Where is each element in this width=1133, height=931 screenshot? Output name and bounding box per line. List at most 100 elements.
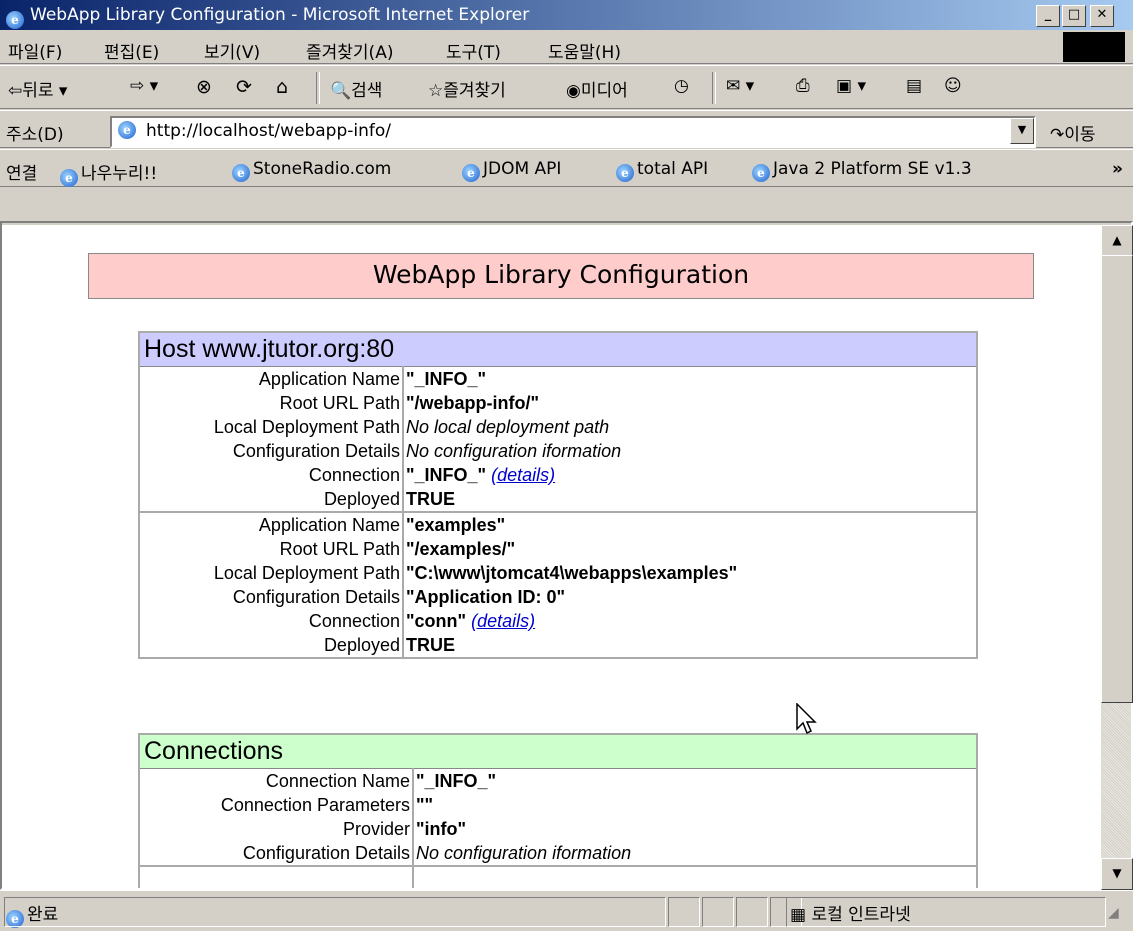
scroll-down-icon[interactable]: ▼ (1101, 858, 1133, 890)
refresh-icon[interactable]: ⟳ (236, 76, 252, 98)
close-button[interactable]: ✕ (1090, 5, 1114, 27)
link-item[interactable]: e StoneRadio.com (232, 159, 391, 182)
ie-icon: e (60, 169, 78, 187)
details-link[interactable]: (details) (491, 465, 555, 485)
link-item[interactable]: e Java 2 Platform SE v1.3 (752, 159, 972, 182)
table-row: Application Name Root URL Path Local Dep… (139, 366, 977, 513)
maximize-button[interactable]: □ (1062, 5, 1086, 27)
zone-label: ▦ 로컬 인트라넷 (790, 905, 911, 925)
label-application-name: Application Name (258, 515, 400, 535)
chevron-right-icon[interactable]: » (1112, 159, 1123, 179)
scroll-up-icon[interactable]: ▲ (1101, 225, 1133, 257)
page-icon: e (118, 121, 136, 139)
table-row (139, 866, 977, 888)
deployed-value: TRUE (406, 489, 455, 509)
connection-value: "conn" (406, 611, 467, 631)
windows-logo-icon (1063, 32, 1125, 62)
label-connection: Connection (308, 465, 400, 485)
app-name-value: "_INFO_" (406, 369, 487, 389)
media-button[interactable]: ◉미디어 (566, 76, 628, 101)
menu-edit[interactable]: 편집(E) (104, 38, 159, 63)
back-button[interactable]: ⇦뒤로 ▾ (8, 76, 67, 101)
connection-params-value: "" (416, 795, 434, 815)
history-icon[interactable]: ◷ (674, 76, 689, 96)
menu-view[interactable]: 보기(V) (204, 38, 260, 63)
chevron-down-icon[interactable]: ▼ (1010, 118, 1034, 144)
messenger-icon[interactable]: ☺ (944, 76, 962, 96)
status-panel (702, 897, 734, 927)
home-icon[interactable]: ⌂ (276, 76, 288, 98)
mouse-cursor-icon (796, 703, 817, 735)
intranet-icon: ▦ (790, 905, 807, 925)
address-label: 주소(D) (6, 125, 64, 145)
address-url[interactable]: http://localhost/webapp-info/ (146, 121, 391, 141)
link-item[interactable]: e JDOM API (462, 159, 561, 182)
links-bar: 연결 e 나우누리!! e StoneRadio.com e JDOM API e to… (0, 149, 1133, 187)
media-icon: ◉ (566, 81, 581, 101)
deployed-value: TRUE (406, 635, 455, 655)
status-bar: e 완료 ▦ 로컬 인트라넷 ◢ (0, 890, 1133, 931)
connections-table: Connections Connection Name Connection P… (138, 733, 978, 888)
scrollbar-thumb[interactable] (1101, 255, 1133, 703)
table-row: Connection Name Connection Parameters Pr… (139, 768, 977, 867)
links-label: 연결 (6, 164, 38, 184)
minimize-button[interactable]: _ (1036, 5, 1060, 27)
details-link[interactable]: (details) (471, 611, 535, 631)
label-local-path: Local Deployment Path (213, 563, 400, 583)
ie-icon: e (232, 164, 250, 182)
back-arrow-icon: ⇦ (8, 81, 23, 101)
root-url-value: "/examples/" (406, 539, 516, 559)
label-config-details: Configuration Details (242, 843, 410, 863)
ie-icon: e (6, 6, 24, 29)
title-bar[interactable]: e WebApp Library Configuration - Microso… (0, 0, 1133, 30)
config-details-value: No configuration iformation (416, 843, 632, 863)
edit-icon[interactable]: ▣ ▾ (836, 76, 866, 96)
menu-file[interactable]: 파일(F) (8, 38, 62, 63)
ie-icon: e (462, 164, 480, 182)
menu-tools[interactable]: 도구(T) (446, 38, 501, 63)
status-panel (668, 897, 700, 927)
favorites-button[interactable]: ☆즐겨찾기 (428, 76, 506, 101)
forward-button[interactable]: ⇨ ▾ (130, 76, 158, 96)
menu-help[interactable]: 도움말(H) (548, 38, 621, 63)
label-connection: Connection (308, 611, 400, 631)
provider-value: "info" (416, 819, 467, 839)
ie-icon: e (616, 164, 634, 182)
toolbar-separator (712, 72, 716, 104)
label-connection-params: Connection Parameters (220, 795, 410, 815)
table-row: Application Name Root URL Path Local Dep… (139, 512, 977, 658)
print-icon[interactable]: ⎙ (796, 76, 810, 96)
window-title: WebApp Library Configuration - Microsoft… (30, 5, 530, 25)
toolbar: ⇦뒤로 ▾ ⇨ ▾ ⊗ ⟳ ⌂ 🔍검색 ☆즐겨찾기 ◉미디어 ◷ ✉ ▾ ⎙ ▣… (0, 65, 1133, 109)
ie-icon: e (752, 164, 770, 182)
label-deployed: Deployed (323, 635, 400, 655)
vertical-scrollbar[interactable]: ▲ ▼ (1101, 225, 1133, 890)
discuss-icon[interactable]: ▤ (906, 76, 922, 96)
label-root-url: Root URL Path (279, 393, 400, 413)
menu-bar: 파일(F) 편집(E) 보기(V) 즐겨찾기(A) 도구(T) 도움말(H) (0, 30, 1133, 64)
mail-icon[interactable]: ✉ ▾ (726, 76, 754, 96)
toolbar-separator (316, 72, 320, 104)
link-item[interactable]: e total API (616, 159, 708, 182)
local-path-value: No local deployment path (406, 417, 610, 437)
go-arrow-icon: ↷ (1050, 125, 1065, 145)
host-heading: Host www.jtutor.org:80 (138, 331, 978, 367)
stop-icon[interactable]: ⊗ (196, 76, 212, 98)
config-details-value: No configuration iformation (406, 441, 622, 461)
root-url-value: "/webapp-info/" (406, 393, 540, 413)
label-connection-name: Connection Name (265, 771, 410, 791)
favorites-icon: ☆ (428, 81, 444, 101)
menu-favorites[interactable]: 즐겨찾기(A) (306, 38, 393, 63)
status-panel (4, 897, 666, 927)
search-button[interactable]: 🔍검색 (330, 76, 382, 101)
label-root-url: Root URL Path (279, 539, 400, 559)
resize-grip-icon[interactable]: ◢ (1108, 905, 1119, 921)
page-content[interactable]: WebApp Library Configuration Host www.jt… (2, 225, 1101, 888)
page-title: WebApp Library Configuration (88, 253, 1034, 299)
address-input[interactable]: e http://localhost/webapp-info/ ▼ (110, 116, 1036, 148)
label-deployed: Deployed (323, 489, 400, 509)
go-button[interactable]: ↷이동 (1050, 120, 1096, 145)
local-path-value: "C:\www\jtomcat4\webapps\examples" (406, 563, 738, 583)
connection-value: "_INFO_" (406, 465, 487, 485)
link-item[interactable]: e 나우누리!! (60, 159, 157, 187)
